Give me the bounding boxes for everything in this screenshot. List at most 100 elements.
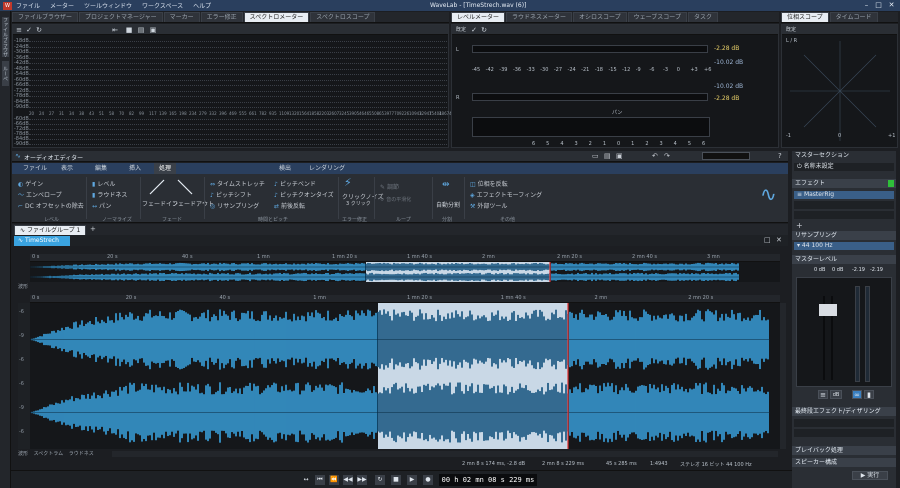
stop-button[interactable]: ■ [391,475,401,485]
save-icon[interactable]: ▣ [616,152,623,160]
close-button[interactable]: ✕ [887,1,896,10]
record-button[interactable]: ● [423,475,433,485]
dither-slot-2[interactable] [794,429,894,437]
tab-oscilloscope[interactable]: オシロスコープ [573,12,627,22]
reverse-button[interactable]: ⇄ 前後反転 [274,201,305,210]
minimize-button[interactable]: – [862,1,871,10]
tab-project-manager[interactable]: プロジェクトマネージャー [79,12,163,22]
check-icon[interactable]: ✓ [25,26,33,34]
time-display[interactable]: 00 h 02 mn 08 s 229 ms [439,474,537,486]
time-stretch-button[interactable]: ⇔ タイムストレッチ [210,179,265,188]
effect-morph-button[interactable]: ◈ エフェクトモーフィング [470,190,542,199]
master-preset[interactable]: ⏻ 名称未設定 [794,163,894,171]
pitch-quantize-button[interactable]: ♪ ピッチクオンタイズ [274,190,334,199]
add-group-icon[interactable]: + [90,225,96,233]
forward-button[interactable]: ▶▶ [357,475,367,485]
tab-level-meter[interactable]: レベルメーター [451,12,506,22]
check-icon[interactable]: ✓ [470,26,478,34]
transport-menu-icon[interactable]: ↔ [301,475,311,485]
level-button[interactable]: ▮ レベル [92,179,115,188]
loop-smooth-button[interactable]: ↻ 音の平滑化 [380,196,411,203]
dither-slot-1[interactable] [794,419,894,427]
refresh-icon[interactable]: ↻ [480,26,488,34]
fader-r[interactable] [828,304,837,316]
menu-tool-window[interactable]: ツールウィンドウ [84,1,132,10]
vertical-scrollbar[interactable] [780,303,786,449]
link-button[interactable]: ∞ [852,390,862,399]
close-editor-icon[interactable]: ✕ [776,236,782,244]
mono-button[interactable]: ≡ [818,390,828,399]
menu-help[interactable]: ヘルプ [193,1,211,10]
render-button[interactable]: ▶ 実行 [852,471,888,480]
main-tab-wave[interactable]: 波形 [18,451,28,457]
tab-spectrometer[interactable]: スペクトロメーター [243,12,310,22]
ribbon-tab-detect[interactable]: 検出 [274,163,296,174]
maximize-button[interactable]: □ [874,1,883,10]
pan-button[interactable]: ↔ パン [92,201,111,210]
open-icon[interactable]: ▤ [604,152,611,160]
envelope-button[interactable]: 〜エンベロープ [18,190,62,199]
gain-button[interactable]: ◐ ゲイン [18,179,43,188]
three-click-button[interactable]: 3 クリック [346,200,371,207]
go-start-button[interactable]: ⏮ [315,475,325,485]
refresh-icon[interactable]: ↻ [35,26,43,34]
file-group-tab[interactable]: ∿ ファイルグループ 1 [14,225,87,235]
adjust-button[interactable]: ✎ 調節 [380,182,399,191]
tab-file-browser[interactable]: ファイルブラウザー [12,12,79,22]
mini-tab-wave[interactable]: 波形 [18,284,28,290]
tab-task[interactable]: タスク [687,12,718,22]
tab-marker[interactable]: マーカー [163,12,200,22]
tab-phase-scope[interactable]: 位相スコープ [781,12,829,22]
help-icon[interactable]: ? [778,152,782,160]
left-tab-file-browser[interactable]: ファイルブラウザー [0,17,9,57]
pitch-shift-button[interactable]: ♪ ピッチシフト [210,190,252,199]
file-tab-timestrech[interactable]: ∿ TimeStrech [14,236,70,246]
fader-l[interactable] [819,304,828,316]
phase-reverse-button[interactable]: ◫ 位相を反転 [470,179,508,188]
effect-slot-masterrig[interactable]: ≡ MasterRig [794,191,894,199]
rewind-button[interactable]: ◀◀ [343,475,353,485]
ribbon-tab-insert[interactable]: 挿入 [124,163,146,174]
auto-split-button[interactable]: 自動分割 [436,200,460,209]
fade-out-button[interactable]: フェードアウト [172,199,214,208]
skip-start-icon[interactable]: ⇤ [111,26,119,34]
menu-file[interactable]: ファイル [16,1,40,10]
resample-value[interactable]: ▾ 44 100 Hz [794,242,894,250]
overview-waveform[interactable] [30,262,780,282]
ribbon-tab-view[interactable]: 表示 [56,163,78,174]
menu-workspace[interactable]: ワークスペース [142,1,183,10]
redo-icon[interactable]: ↷ [664,152,670,160]
main-waveform[interactable] [30,303,780,449]
ribbon-tab-edit[interactable]: 編集 [90,163,112,174]
add-effect-icon[interactable]: + [796,221,803,230]
status-format[interactable]: ステレオ 16 ビット 44 100 Hz [680,461,752,468]
external-tool-button[interactable]: ⚒ 外部ツール [470,201,507,210]
effect-slot-3[interactable] [794,211,894,219]
undo-icon[interactable]: ↶ [652,152,658,160]
tab-spectroscope[interactable]: スペクトロスコープ [310,12,376,22]
tab-error-correction[interactable]: エラー修正 [200,12,243,22]
menu-icon[interactable]: ≡ [15,26,23,34]
ribbon-tab-file[interactable]: ファイル [18,163,52,174]
effects-enable-icon[interactable] [888,180,894,187]
play-button[interactable]: ▶ [407,475,417,485]
menu-meter[interactable]: メーター [50,1,74,10]
status-zoom[interactable]: 1:4943 [650,461,668,467]
mode-preset-label[interactable]: 既定 [454,26,468,34]
pitch-bend-button[interactable]: ♪ ピッチベンド [274,179,316,188]
dB-button[interactable]: dB [830,390,842,399]
loudness-button[interactable]: ▮ ラウドネス [92,190,127,199]
phase-mode-label[interactable]: 既定 [784,26,798,34]
status-cursor[interactable]: 2 mn 8 s 229 ms [542,461,584,467]
tab-loudness-meter[interactable]: ラウドネスメーター [506,12,573,22]
ribbon-tab-process[interactable]: 処理 [154,163,177,174]
tab-wavescope[interactable]: ウェーブスコープ [627,12,687,22]
new-file-icon[interactable]: ▭ [592,152,599,160]
camera-icon[interactable]: ■ [125,26,133,34]
status-selection[interactable]: 45 s 285 ms [606,461,637,467]
zoom-dropdown[interactable] [702,152,750,160]
effect-slot-2[interactable] [794,201,894,209]
main-tab-loudness[interactable]: ラウドネス [69,451,94,457]
resample-button[interactable]: ◎ リサンプリング [210,201,259,210]
ribbon-tab-render[interactable]: レンダリング [304,163,350,174]
